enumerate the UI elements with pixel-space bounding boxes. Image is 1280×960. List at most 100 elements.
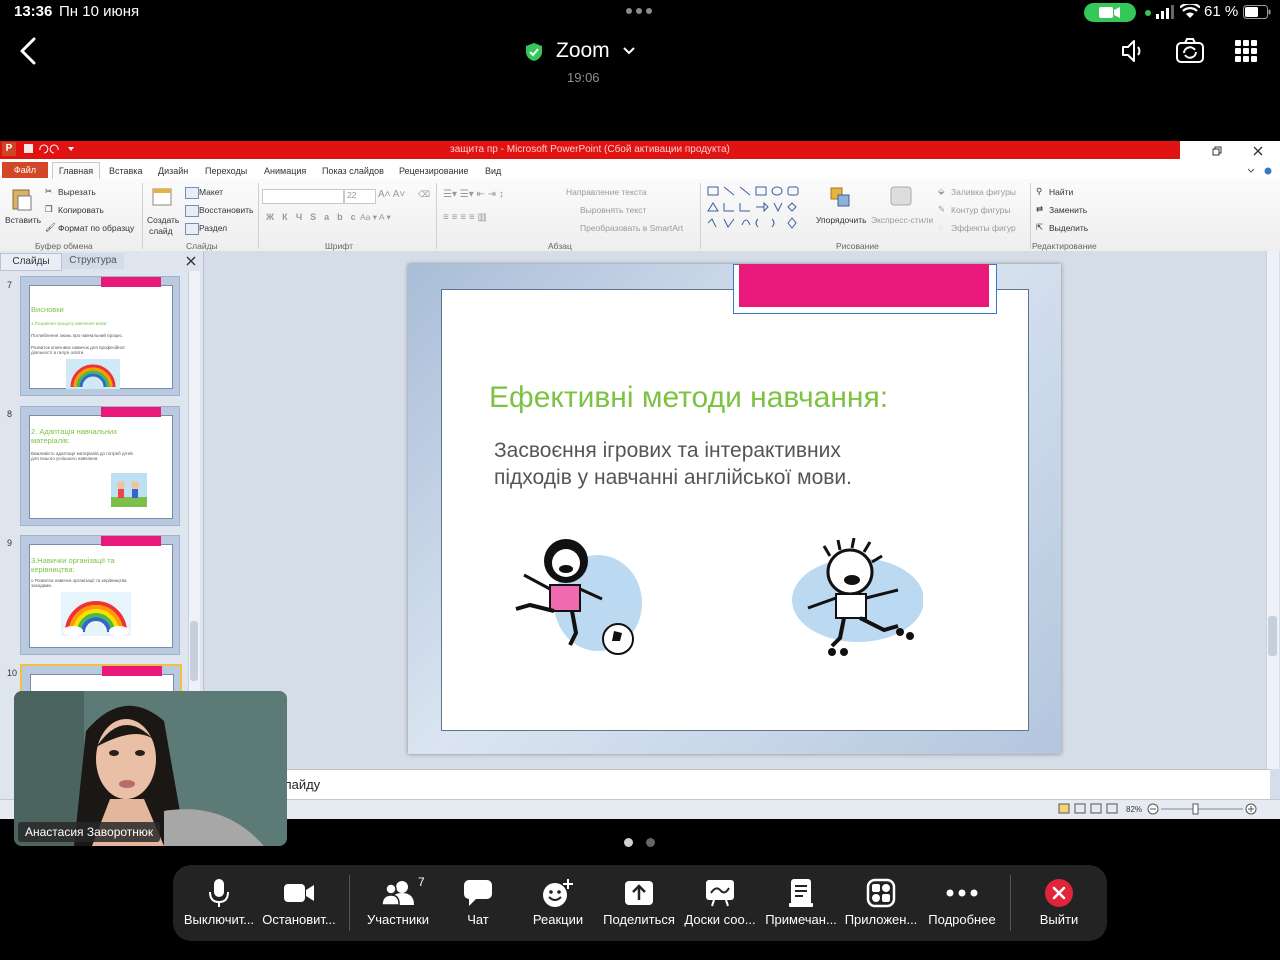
restore-window-icon[interactable] bbox=[1212, 146, 1222, 156]
back-chevron-icon[interactable] bbox=[18, 37, 38, 65]
tab-slideshow[interactable]: Показ слайдов bbox=[322, 166, 384, 176]
quick-styles-button[interactable]: Экспресс-стили bbox=[871, 215, 933, 225]
replace-icon[interactable]: ⇄ bbox=[1036, 204, 1043, 215]
panel-tab-slides[interactable]: Слайды bbox=[0, 253, 62, 271]
new-slide-label-2[interactable]: слайд bbox=[149, 226, 173, 236]
more-button[interactable]: Подробнее bbox=[922, 865, 1002, 941]
chat-button[interactable]: Чат bbox=[438, 865, 518, 941]
slide-subtitle[interactable]: Засвоєння ігрових та інтерактивних підхо… bbox=[494, 437, 914, 491]
slide-title[interactable]: Ефективні методи навчання: bbox=[489, 381, 888, 415]
shapes-gallery-icon[interactable] bbox=[706, 185, 810, 235]
font-style-buttons[interactable]: ЖКЧSabc bbox=[266, 212, 364, 222]
format-painter-icon[interactable]: 🖌 bbox=[45, 222, 56, 233]
paste-icon[interactable] bbox=[11, 187, 33, 211]
notes-button[interactable]: Примечан... bbox=[761, 865, 841, 941]
select-icon[interactable]: ⇱ bbox=[1036, 222, 1043, 233]
speaker-icon[interactable] bbox=[1120, 38, 1146, 64]
new-slide-label-1[interactable]: Создать bbox=[147, 215, 179, 225]
stop-video-button[interactable]: Остановит... bbox=[259, 865, 339, 941]
tab-design[interactable]: Дизайн bbox=[158, 166, 188, 176]
panel-scroll-thumb[interactable] bbox=[190, 621, 198, 681]
participants-button[interactable]: Участники bbox=[358, 865, 438, 941]
section-button[interactable]: Раздел bbox=[199, 223, 227, 233]
shape-outline-icon[interactable]: ✎ bbox=[938, 204, 945, 215]
align-text-button[interactable]: Выровнять текст bbox=[580, 205, 646, 215]
replace-button[interactable]: Заменить bbox=[1049, 205, 1087, 215]
slide-thumbnail[interactable]: Висновки 1.Розуміння процесу вивчення мо… bbox=[20, 276, 180, 396]
close-panel-icon[interactable] bbox=[186, 256, 196, 266]
page-indicator[interactable] bbox=[646, 838, 655, 847]
copy-icon[interactable]: ❐ bbox=[45, 204, 53, 215]
tab-animation[interactable]: Анимация bbox=[264, 166, 306, 176]
tab-transitions[interactable]: Переходы bbox=[205, 166, 247, 176]
arrange-icon[interactable] bbox=[830, 187, 852, 209]
zoom-slider[interactable] bbox=[1147, 803, 1259, 815]
zoom-level[interactable]: 82% bbox=[1126, 805, 1142, 814]
chevron-down-icon[interactable] bbox=[622, 46, 636, 56]
font-group-label: Шрифт bbox=[325, 241, 353, 251]
privacy-dot-icon bbox=[1145, 10, 1151, 16]
binoculars-icon[interactable]: ⚲ bbox=[1036, 186, 1042, 197]
gallery-view-icon[interactable] bbox=[1235, 40, 1257, 62]
reset-icon[interactable] bbox=[185, 205, 199, 217]
reset-button[interactable]: Восстановить bbox=[199, 205, 253, 215]
shape-outline-button[interactable]: Контур фигуры bbox=[951, 205, 1010, 215]
section-icon[interactable] bbox=[185, 223, 199, 235]
share-button[interactable]: Поделиться bbox=[599, 865, 679, 941]
quick-styles-icon[interactable] bbox=[888, 185, 914, 207]
tab-file[interactable]: Файл bbox=[2, 162, 48, 178]
editor-scrollbar[interactable] bbox=[1266, 251, 1279, 769]
whiteboards-button[interactable]: Доски соо... bbox=[680, 865, 760, 941]
copy-button[interactable]: Копировать bbox=[58, 205, 104, 215]
font-color-icon[interactable]: Aa ▾ A ▾ bbox=[360, 212, 391, 223]
notes-pane[interactable] bbox=[203, 769, 1270, 800]
encryption-shield-icon[interactable] bbox=[524, 42, 544, 62]
text-direction-button[interactable]: Направление текста bbox=[566, 187, 647, 197]
tab-view[interactable]: Вид bbox=[485, 166, 501, 176]
format-painter-button[interactable]: Формат по образцу bbox=[58, 223, 134, 233]
notes-placeholder[interactable]: лайду bbox=[284, 777, 320, 792]
close-window-icon[interactable] bbox=[1253, 146, 1263, 156]
smartart-button[interactable]: Преобразовать в SmartArt bbox=[580, 223, 683, 233]
layout-icon[interactable] bbox=[185, 187, 199, 199]
reactions-button[interactable]: Реакции bbox=[518, 865, 598, 941]
slide-thumbnail[interactable]: 3.Навички організації та керівництва: o … bbox=[20, 535, 180, 655]
switch-camera-icon[interactable] bbox=[1175, 38, 1205, 64]
font-size-box[interactable]: 22 bbox=[344, 189, 376, 204]
tab-insert[interactable]: Вставка bbox=[109, 166, 142, 176]
shape-effects-button[interactable]: Эффекты фигур bbox=[951, 223, 1016, 233]
quick-access-toolbar[interactable] bbox=[20, 142, 80, 159]
arrange-button[interactable]: Упорядочить bbox=[816, 215, 867, 225]
font-name-box[interactable] bbox=[262, 189, 344, 204]
clear-format-icon[interactable]: ⌫ bbox=[418, 189, 430, 200]
shape-fill-button[interactable]: Заливка фигуры bbox=[951, 187, 1016, 197]
leave-button[interactable]: Выйти bbox=[1019, 865, 1099, 941]
slide-thumbnail[interactable]: 2. Адаптація навчальних матеріалів: Важл… bbox=[20, 406, 180, 526]
cut-button[interactable]: Вырезать bbox=[58, 187, 96, 197]
scissors-icon[interactable]: ✂ bbox=[45, 186, 52, 197]
page-indicator-active[interactable] bbox=[624, 838, 633, 847]
find-button[interactable]: Найти bbox=[1049, 187, 1073, 197]
align-buttons-icon[interactable]: ≡ ≡ ≡ ≡ ▥ bbox=[443, 212, 487, 223]
view-buttons-icon[interactable] bbox=[1058, 803, 1120, 815]
new-slide-icon[interactable] bbox=[152, 187, 174, 209]
editor-scroll-thumb[interactable] bbox=[1268, 616, 1277, 656]
apps-button[interactable]: Приложен... bbox=[841, 865, 921, 941]
layout-button[interactable]: Макет bbox=[199, 187, 223, 197]
ribbon-minimize-icon[interactable] bbox=[1246, 167, 1276, 175]
tab-home[interactable]: Главная bbox=[52, 162, 100, 180]
meeting-toolbar: Выключит... Остановит... Участники 7 Чат… bbox=[173, 865, 1107, 941]
tab-review[interactable]: Рецензирование bbox=[399, 166, 469, 176]
shape-effects-icon[interactable]: ◌ bbox=[938, 222, 943, 232]
multitasking-dots-icon[interactable] bbox=[626, 8, 652, 14]
meeting-title[interactable]: Zoom bbox=[556, 39, 610, 63]
select-button[interactable]: Выделить bbox=[1049, 223, 1088, 233]
shape-fill-icon[interactable]: ⬙ bbox=[938, 186, 945, 197]
font-grow-shrink-icon[interactable]: A˄ A˅ bbox=[378, 189, 405, 200]
list-buttons-icon[interactable]: ☰▾ ☰▾ ⇤ ⇥ ↕ bbox=[443, 189, 504, 200]
thumbnail-number: 8 bbox=[7, 409, 13, 419]
paste-button[interactable]: Вставить bbox=[5, 215, 41, 225]
mute-button[interactable]: Выключит... bbox=[179, 865, 259, 941]
share-screen-icon bbox=[625, 881, 653, 905]
panel-tab-outline[interactable]: Структура bbox=[62, 253, 124, 269]
